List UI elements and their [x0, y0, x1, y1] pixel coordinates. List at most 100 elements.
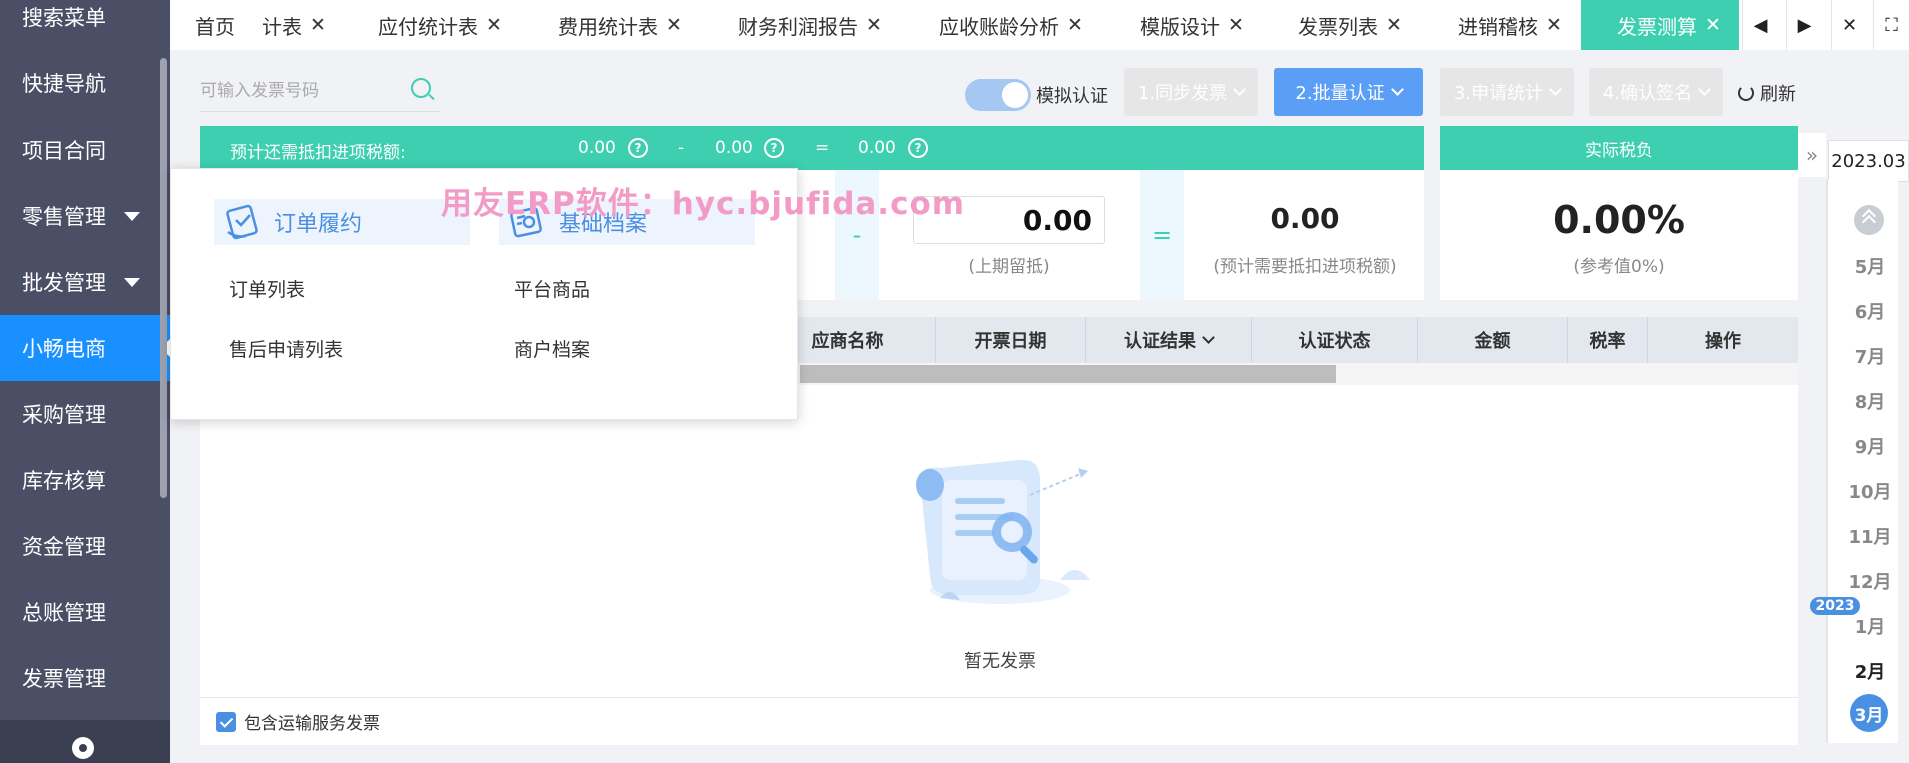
chevron-down-icon	[1390, 82, 1404, 96]
confirm-sign-button[interactable]: 4.确认签名	[1589, 68, 1723, 116]
help-icon[interactable]: ?	[628, 138, 648, 158]
tab-invoice-list[interactable]: 发票列表 ✕	[1298, 0, 1402, 50]
close-icon[interactable]: ✕	[1067, 14, 1083, 36]
column-label: 金额	[1474, 331, 1511, 352]
close-icon[interactable]: ✕	[866, 14, 882, 36]
tab-template-design[interactable]: 模版设计 ✕	[1140, 0, 1244, 50]
month-item[interactable]: 1月	[1826, 613, 1909, 639]
close-icon[interactable]: ✕	[1386, 14, 1402, 36]
batch-certify-button[interactable]: 2.批量认证	[1274, 68, 1423, 116]
column-header-certify-status[interactable]: 认证状态	[1252, 317, 1418, 363]
include-transport-checkbox-row[interactable]: 包含运输服务发票	[200, 697, 1798, 745]
month-item[interactable]: 7月	[1826, 343, 1909, 369]
close-icon[interactable]: ✕	[666, 14, 682, 36]
apply-stats-button[interactable]: 3.申请统计	[1440, 68, 1574, 116]
refresh-button[interactable]: 刷新	[1738, 80, 1796, 106]
current-period[interactable]: 2023.03	[1828, 140, 1909, 182]
tab-prev-icon[interactable]: ◀	[1742, 0, 1778, 50]
close-icon[interactable]: ✕	[310, 14, 326, 36]
help-icon[interactable]: ?	[764, 138, 784, 158]
column-header-certify-result[interactable]: 认证结果	[1086, 317, 1252, 363]
operator-text: -	[852, 221, 862, 249]
column-header-tax-rate[interactable]: 税率	[1568, 317, 1648, 363]
button-label: 3.申请统计	[1453, 83, 1544, 104]
menu-item-platform-products[interactable]: 平台商品	[514, 275, 590, 302]
help-icon[interactable]: ?	[908, 138, 928, 158]
tab-label: 应收账龄分析	[939, 14, 1059, 39]
column-header-actions[interactable]: 操作	[1648, 317, 1798, 363]
empty-state-text: 暂无发票	[964, 651, 1036, 672]
close-icon[interactable]: ✕	[1546, 14, 1562, 36]
sidebar-item-funds[interactable]: 资金管理	[0, 513, 170, 579]
tab-report[interactable]: 计表 ✕	[262, 0, 326, 50]
close-icon[interactable]: ✕	[1228, 14, 1244, 36]
selected-month[interactable]: 3月	[1850, 694, 1888, 732]
toggle-knob	[1002, 82, 1028, 108]
need-deduction-value: 0.00	[1270, 202, 1340, 235]
tab-payable-stats[interactable]: 应付统计表 ✕	[378, 0, 502, 50]
close-icon[interactable]: ✕	[1705, 14, 1721, 36]
chevron-down-icon	[1549, 82, 1562, 96]
sidebar-item-project-contract[interactable]: 项目合同	[0, 117, 170, 183]
tax-burden-label: (参考值0%)	[1573, 257, 1665, 277]
menu-item-order-list[interactable]: 订单列表	[229, 275, 305, 302]
sidebar-item-purchase[interactable]: 采购管理	[0, 381, 170, 447]
empty-state-illustration	[916, 459, 1090, 604]
button-label: 4.确认签名	[1602, 83, 1693, 104]
sidebar-item-invoice[interactable]: 发票管理	[0, 645, 170, 711]
gear-icon[interactable]	[72, 737, 94, 759]
tab-expense-stats[interactable]: 费用统计表 ✕	[558, 0, 682, 50]
toggle-label: 模拟认证	[1036, 86, 1108, 107]
month-item[interactable]: 12月	[1826, 568, 1909, 594]
checkbox-label: 包含运输服务发票	[244, 714, 380, 734]
month-item[interactable]: 11月	[1826, 523, 1909, 549]
search-input[interactable]	[200, 76, 400, 106]
summary-head-value-1: 0.00	[578, 138, 616, 158]
search-icon[interactable]	[411, 78, 431, 98]
column-header-amount[interactable]: 金额	[1418, 317, 1568, 363]
tax-burden-header: 实际税负	[1440, 126, 1798, 170]
sidebar-item-quick-nav[interactable]: 快捷导航	[0, 50, 170, 116]
submenu-group-order-fulfillment: 订单履约	[214, 199, 470, 245]
double-chevron-icon[interactable]: »	[1798, 133, 1826, 177]
month-item[interactable]: 2月	[1826, 658, 1909, 684]
menu-item-after-sale-list[interactable]: 售后申请列表	[229, 335, 343, 362]
menu-item-merchant-archive[interactable]: 商户档案	[514, 335, 590, 362]
sidebar-item-label: 零售管理	[22, 205, 106, 229]
month-item[interactable]: 8月	[1826, 388, 1909, 414]
sidebar-item-inventory[interactable]: 库存核算	[0, 447, 170, 513]
tab-label: 首页	[195, 14, 235, 39]
tab-receivable-aging[interactable]: 应收账龄分析 ✕	[939, 0, 1083, 50]
sidebar-item-search-menu[interactable]: 搜索菜单	[0, 0, 170, 50]
tab-profit-report[interactable]: 财务利润报告 ✕	[738, 0, 882, 50]
tab-label: 费用统计表	[558, 14, 658, 39]
scroll-up-icon[interactable]	[1854, 205, 1884, 235]
month-item[interactable]: 5月	[1826, 253, 1909, 279]
month-item[interactable]: 9月	[1826, 433, 1909, 459]
month-item[interactable]: 6月	[1826, 298, 1909, 324]
sidebar-item-wholesale[interactable]: 批发管理	[0, 249, 170, 315]
tab-invoice-calc[interactable]: 发票测算 ✕	[1581, 0, 1739, 50]
close-all-icon[interactable]: ✕	[1831, 0, 1867, 50]
sidebar-scrollbar[interactable]	[160, 58, 167, 498]
tab-home[interactable]: 首页	[195, 0, 235, 50]
tab-label: 发票列表	[1298, 14, 1378, 39]
close-icon[interactable]: ✕	[486, 14, 502, 36]
fullscreen-icon[interactable]: ⛶	[1873, 0, 1909, 50]
simulate-toggle[interactable]	[965, 79, 1031, 111]
sidebar-item-label: 库存核算	[22, 469, 106, 493]
month-item[interactable]: 10月	[1826, 478, 1909, 504]
checkbox[interactable]	[216, 711, 236, 732]
sidebar-item-ledger[interactable]: 总账管理	[0, 579, 170, 645]
scrollbar-thumb[interactable]	[800, 365, 1336, 383]
column-header-invoice-date[interactable]: 开票日期	[936, 317, 1086, 363]
deduction-summary-header: 预计还需抵扣进项税额: 0.00 ? - 0.00 ? = 0.00 ?	[200, 126, 1424, 170]
previous-carryover-value: 0.00	[1022, 203, 1092, 237]
sidebar-item-label: 批发管理	[22, 271, 106, 295]
tab-purchase-audit[interactable]: 进销稽核 ✕	[1458, 0, 1562, 50]
sync-invoice-button[interactable]: 1.同步发票	[1124, 68, 1258, 116]
sidebar-item-retail[interactable]: 零售管理	[0, 183, 170, 249]
chevron-down-icon[interactable]	[1202, 330, 1215, 344]
sidebar-item-ecommerce[interactable]: 小畅电商	[0, 315, 170, 381]
tab-next-icon[interactable]: ▶	[1786, 0, 1822, 50]
